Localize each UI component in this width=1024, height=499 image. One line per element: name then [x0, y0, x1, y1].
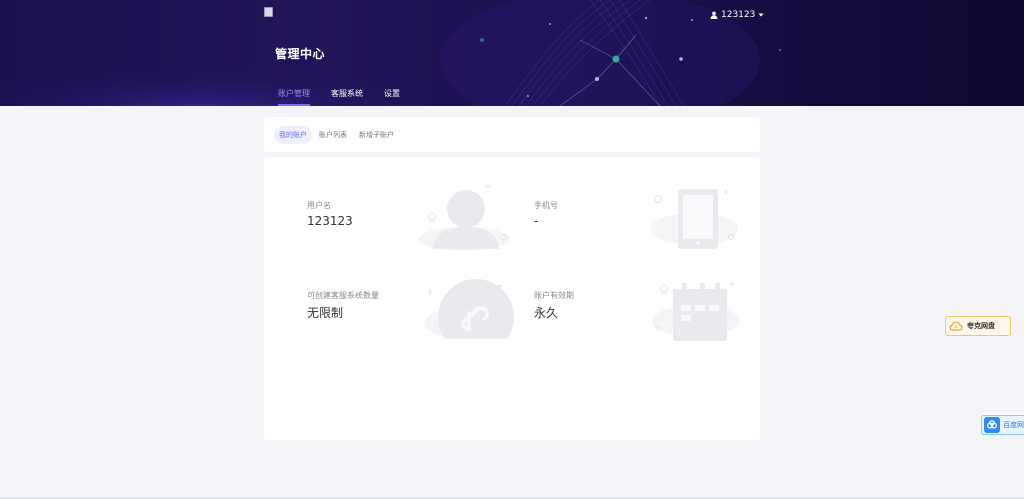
- user-avatar-illustration-icon: [418, 183, 510, 251]
- user-icon: [710, 11, 718, 19]
- cs-count-label: 可创建客服系统数量: [307, 291, 379, 300]
- phone-label: 手机号: [534, 201, 558, 210]
- quark-drive-widget[interactable]: 夸克网盘: [945, 316, 1011, 336]
- user-name: 123123: [721, 10, 756, 20]
- phone-value: -: [534, 214, 539, 228]
- caret-down-icon: [758, 13, 764, 17]
- user-menu[interactable]: 123123: [710, 9, 764, 21]
- header-network-art: [0, 0, 781, 106]
- baidu-drive-label: 百度网: [1003, 421, 1024, 429]
- tab-account-management[interactable]: 账户管理: [278, 88, 310, 106]
- mini-program-illustration-icon: [422, 279, 514, 341]
- subtab-my-account[interactable]: 我的账户: [274, 125, 312, 144]
- baidu-cloud-icon: [984, 417, 1000, 433]
- tab-customer-service-system[interactable]: 客服系统: [331, 88, 363, 106]
- tab-settings[interactable]: 设置: [384, 88, 400, 106]
- header-banner: 123123 管理中心 账户管理 客服系统 设置: [0, 0, 1024, 106]
- phone-illustration-icon: [650, 189, 738, 249]
- subtab-account-list[interactable]: 账户列表: [314, 126, 352, 144]
- validity-value: 永久: [534, 306, 559, 320]
- subtabs-panel: 我的账户 账户列表 新增子账户: [264, 117, 760, 152]
- subtab-add-sub-account[interactable]: 新增子账户: [354, 126, 399, 144]
- calendar-illustration-icon: [652, 281, 740, 341]
- validity-label: 账户有效期: [534, 291, 574, 300]
- username-value: 123123: [307, 214, 353, 228]
- logo-image[interactable]: [264, 7, 273, 17]
- main-nav: 账户管理 客服系统 设置: [278, 88, 421, 106]
- cloud-icon: [949, 321, 963, 331]
- username-label: 用户名: [307, 201, 331, 210]
- cs-count-value: 无限制: [307, 306, 344, 320]
- page-title: 管理中心: [275, 47, 326, 61]
- baidu-drive-widget[interactable]: 百度网: [981, 415, 1024, 435]
- account-info-card: 用户名 123123 手机号 - 可创建客服系统数量 无限制 账户有效期 永久: [264, 157, 760, 440]
- quark-drive-label: 夸克网盘: [967, 322, 995, 330]
